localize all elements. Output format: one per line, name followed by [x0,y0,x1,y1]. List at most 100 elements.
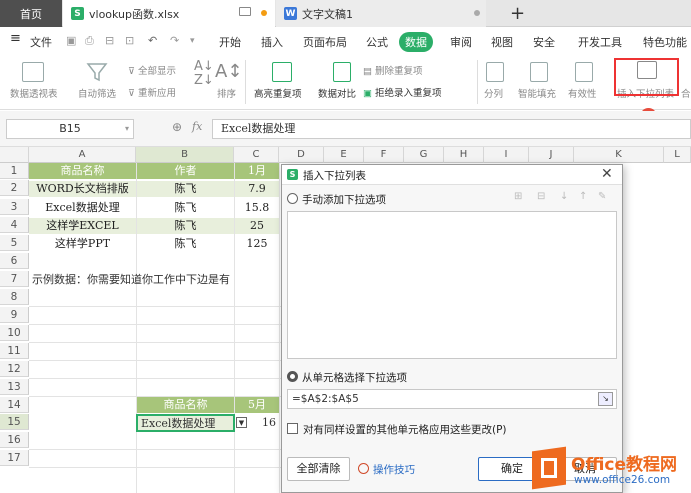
remove-duplicates-button[interactable]: ▤ 删除重复项 [363,63,423,77]
lookup-result-cell[interactable]: 16 [235,415,276,431]
close-icon[interactable]: ✕ [601,166,613,182]
compare-button[interactable]: 数据对比 [318,86,356,100]
hamburger-icon[interactable]: ≡ [10,31,21,46]
show-all-button[interactable]: ⊽ 全部显示 [128,63,176,77]
more-button[interactable]: 合 [681,86,691,100]
corner-cell[interactable] [0,147,29,163]
chevron-down-icon[interactable]: ▾ [125,120,129,138]
sort-asc-icon[interactable]: A↓ [194,59,214,74]
menu-insert[interactable]: 插入 [261,34,283,50]
radio-from-cells[interactable] [287,371,298,382]
tab-home[interactable]: 首页 [0,0,62,27]
sort-button[interactable]: 排序 [217,86,236,100]
preview-icon[interactable]: ⊡ [125,34,134,47]
table-cell[interactable]: 125 [235,236,279,252]
col-header-b[interactable]: B [136,147,234,163]
col-header-a[interactable]: A [29,147,136,163]
col-header-g[interactable]: G [404,147,444,163]
selected-cell-b15[interactable]: Excel数据处理 [136,414,235,432]
note-text[interactable]: 示例数据：你需要知道你工作中下边是有 [32,272,280,288]
col-header-d[interactable]: D [279,147,324,163]
range-picker-icon[interactable]: ↘ [598,392,613,406]
redo-icon[interactable]: ↷ [170,34,179,47]
table-cell[interactable]: 25 [235,218,279,234]
more-arrow-icon[interactable]: ▾ [190,36,195,46]
split-icon[interactable] [486,62,504,82]
smart-fill-button[interactable]: 智能填充 [518,86,556,100]
tips-link[interactable]: 操作技巧 [373,462,415,477]
table-cell[interactable]: 这样学PPT [29,236,136,252]
print-icon[interactable]: ⊟ [105,34,114,47]
compare-icon[interactable] [333,62,351,82]
table-cell[interactable]: 陈飞 [137,181,234,197]
clear-all-button[interactable]: 全部清除 [287,457,350,481]
validity-button[interactable]: 有效性 [568,86,597,100]
range-input[interactable]: =$A$2:$A$5 [287,389,617,409]
row-header[interactable]: 12 [0,361,29,377]
formula-input[interactable]: Excel数据处理 [212,119,691,139]
table-cell[interactable]: 15.8 [235,200,279,216]
menu-view[interactable]: 视图 [491,34,513,50]
row-header[interactable]: 2 [0,180,29,196]
table-header-cell[interactable]: 1月 [235,163,279,179]
col-header-i[interactable]: I [484,147,529,163]
highlight-duplicates-icon[interactable] [272,62,292,82]
menu-review[interactable]: 审阅 [450,34,472,50]
row-header[interactable]: 7 [0,271,29,287]
row-header[interactable]: 11 [0,343,29,359]
menu-start[interactable]: 开始 [219,34,241,50]
menu-page-layout[interactable]: 页面布局 [303,34,347,50]
row-header[interactable]: 10 [0,325,29,341]
menu-security[interactable]: 安全 [533,34,555,50]
apply-all-checkbox[interactable] [287,423,298,434]
autofilter-button[interactable]: 自动筛选 [78,86,116,100]
sort-icon[interactable]: A↕ [215,61,242,82]
table-cell[interactable]: WORD长文档排版 [29,181,136,197]
tab-xlsx[interactable]: S vlookup函数.xlsx [63,0,275,27]
option-manual-label[interactable]: 手动添加下拉选项 [302,192,386,207]
tips-icon[interactable] [358,463,369,474]
row-header[interactable]: 1 [0,163,29,179]
row-header[interactable]: 9 [0,307,29,323]
table-header-cell[interactable]: 作者 [137,163,234,179]
row-header[interactable]: 8 [0,289,29,305]
highlight-duplicates-button[interactable]: 高亮重复项 [254,86,302,100]
table-cell[interactable]: 陈飞 [137,200,234,216]
row-header[interactable]: 13 [0,379,29,395]
row-header[interactable]: 15 [0,414,29,430]
split-button[interactable]: 分列 [484,86,503,100]
table-cell[interactable]: 陈飞 [137,218,234,234]
undo-icon[interactable]: ↶ [148,34,157,47]
row-header[interactable]: 6 [0,253,29,269]
tab-doc[interactable]: W 文字文稿1 [276,0,486,27]
col-header-j[interactable]: J [529,147,574,163]
sort-desc-icon[interactable]: Z↓ [194,73,214,88]
menu-data[interactable]: 数据 [399,32,433,52]
col-header-f[interactable]: F [364,147,404,163]
fx-icon[interactable]: fx [192,120,202,133]
reapply-button[interactable]: ⊽ 重新应用 [128,85,176,99]
col-header-e[interactable]: E [324,147,364,163]
col-header-k[interactable]: K [574,147,664,163]
table-cell[interactable]: 7.9 [235,181,279,197]
add-tab-button[interactable]: + [502,0,525,27]
manual-options-list[interactable] [287,211,617,359]
zoom-icon[interactable]: ⊕ [172,120,182,134]
table-cell[interactable]: Excel数据处理 [29,200,136,216]
save-icon[interactable]: ▣ [66,34,76,47]
menu-developer[interactable]: 开发工具 [578,34,622,50]
col-header-l[interactable]: L [664,147,691,163]
row-header[interactable]: 17 [0,450,29,466]
window-icon[interactable] [239,7,251,16]
col-header-c[interactable]: C [234,147,279,163]
col-header-h[interactable]: H [444,147,484,163]
lookup-header-cell[interactable]: 商品名称 [137,397,234,413]
name-box[interactable]: B15 ▾ [6,119,134,139]
row-header[interactable]: 16 [0,432,29,448]
row-header[interactable]: 4 [0,217,29,233]
menu-special[interactable]: 特色功能 [643,34,687,50]
export-icon[interactable]: ⎙ [85,34,94,48]
row-header[interactable]: 3 [0,199,29,215]
dialog-title-bar[interactable]: S 插入下拉列表 ✕ [282,165,622,185]
filter-icon[interactable] [86,61,108,83]
